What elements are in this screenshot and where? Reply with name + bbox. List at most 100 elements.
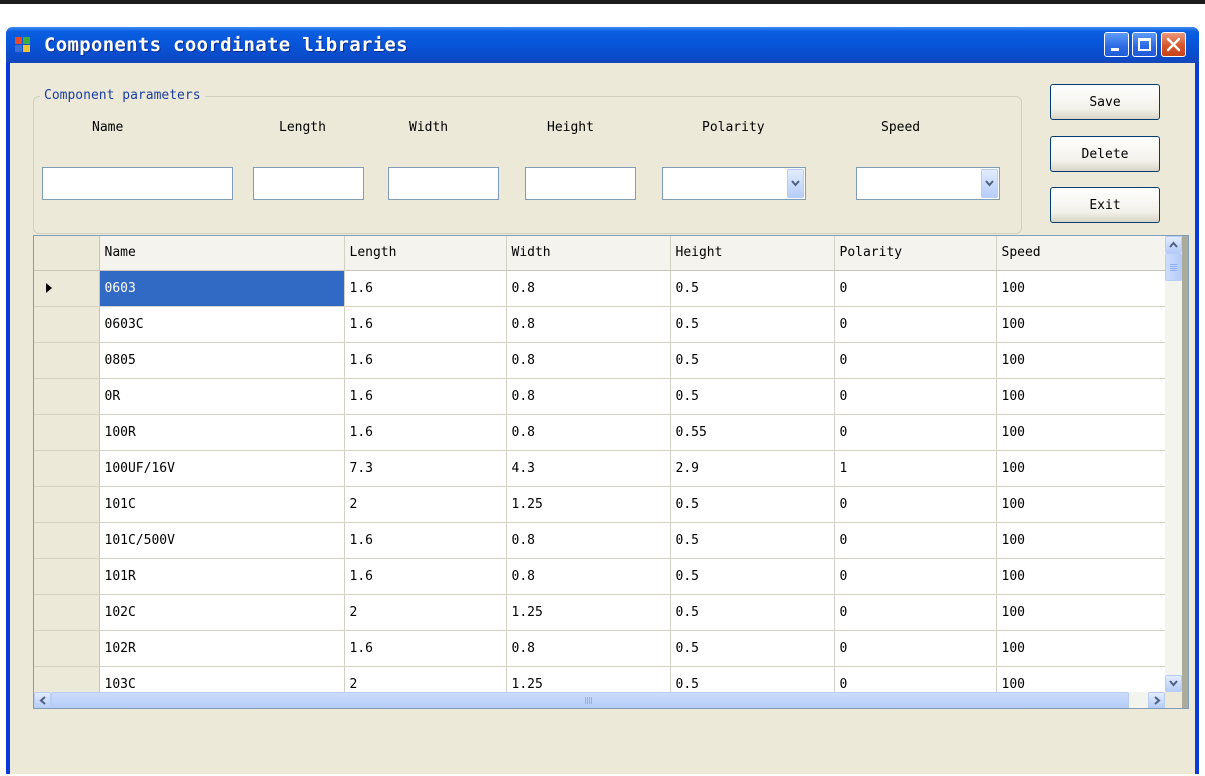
cell-name[interactable]: 0805 — [99, 342, 345, 379]
cell-speed[interactable]: 100 — [996, 342, 1166, 379]
cell-polarity[interactable]: 0 — [834, 486, 997, 523]
table-row[interactable]: 100R 1.6 0.8 0.55 0 100 — [34, 414, 1166, 451]
scroll-left-button[interactable] — [34, 692, 51, 708]
cell-length[interactable]: 1.6 — [344, 558, 507, 595]
cell-height[interactable]: 0.5 — [670, 630, 835, 667]
cell-speed[interactable]: 100 — [996, 558, 1166, 595]
cell-name[interactable]: 102R — [99, 630, 345, 667]
cell-height[interactable]: 0.5 — [670, 342, 835, 379]
row-header[interactable] — [34, 378, 100, 415]
cell-polarity[interactable]: 0 — [834, 342, 997, 379]
cell-name[interactable]: 101R — [99, 558, 345, 595]
vertical-scroll-thumb[interactable] — [1165, 253, 1182, 281]
row-header[interactable] — [34, 270, 100, 307]
cell-name[interactable]: 102C — [99, 594, 345, 631]
vertical-scrollbar[interactable] — [1165, 236, 1182, 692]
cell-height[interactable]: 2.9 — [670, 450, 835, 487]
row-header[interactable] — [34, 414, 100, 451]
cell-speed[interactable]: 100 — [996, 594, 1166, 631]
table-row[interactable]: 101C/500V 1.6 0.8 0.5 0 100 — [34, 522, 1166, 559]
cell-length[interactable]: 1.6 — [344, 630, 507, 667]
row-header[interactable] — [34, 558, 100, 595]
cell-width[interactable]: 0.8 — [506, 414, 671, 451]
width-input[interactable] — [388, 167, 499, 200]
cell-speed[interactable]: 100 — [996, 414, 1166, 451]
horizontal-scroll-thumb[interactable] — [51, 692, 1129, 708]
cell-speed[interactable]: 100 — [996, 306, 1166, 343]
scroll-up-button[interactable] — [1165, 236, 1182, 253]
column-header-speed[interactable]: Speed — [996, 236, 1166, 271]
column-header-name[interactable]: Name — [99, 236, 345, 271]
cell-speed[interactable]: 100 — [996, 522, 1166, 559]
column-header-polarity[interactable]: Polarity — [834, 236, 997, 271]
table-row[interactable]: 101R 1.6 0.8 0.5 0 100 — [34, 558, 1166, 595]
cell-height[interactable]: 0.5 — [670, 522, 835, 559]
cell-polarity[interactable]: 0 — [834, 306, 997, 343]
exit-button[interactable]: Exit — [1050, 187, 1160, 223]
table-row[interactable]: 102R 1.6 0.8 0.5 0 100 — [34, 630, 1166, 667]
row-header[interactable] — [34, 594, 100, 631]
row-header[interactable] — [34, 306, 100, 343]
cell-height[interactable]: 0.5 — [670, 270, 835, 307]
cell-width[interactable]: 1.25 — [506, 594, 671, 631]
cell-length[interactable]: 1.6 — [344, 522, 507, 559]
table-row[interactable]: 0603C 1.6 0.8 0.5 0 100 — [34, 306, 1166, 343]
table-row[interactable]: 101C 2 1.25 0.5 0 100 — [34, 486, 1166, 523]
column-header-width[interactable]: Width — [506, 236, 671, 271]
cell-speed[interactable]: 100 — [996, 450, 1166, 487]
polarity-select[interactable] — [662, 167, 806, 200]
table-row[interactable]: 102C 2 1.25 0.5 0 100 — [34, 594, 1166, 631]
table-row[interactable]: 0603 1.6 0.8 0.5 0 100 — [34, 270, 1166, 307]
table-row[interactable]: 0R 1.6 0.8 0.5 0 100 — [34, 378, 1166, 415]
cell-length[interactable]: 1.6 — [344, 270, 507, 307]
cell-name[interactable]: 0603 — [99, 270, 345, 307]
cell-height[interactable]: 0.5 — [670, 378, 835, 415]
height-input[interactable] — [525, 167, 636, 200]
minimize-button[interactable] — [1104, 32, 1129, 57]
cell-length[interactable]: 7.3 — [344, 450, 507, 487]
table-row[interactable]: 100UF/16V 7.3 4.3 2.9 1 100 — [34, 450, 1166, 487]
cell-polarity[interactable]: 0 — [834, 594, 997, 631]
length-input[interactable] — [253, 167, 364, 200]
cell-length[interactable]: 2 — [344, 594, 507, 631]
cell-name[interactable]: 100R — [99, 414, 345, 451]
cell-polarity[interactable]: 0 — [834, 414, 997, 451]
row-header[interactable] — [34, 450, 100, 487]
cell-name[interactable]: 0R — [99, 378, 345, 415]
cell-width[interactable]: 1.25 — [506, 486, 671, 523]
header-corner[interactable] — [34, 236, 100, 271]
cell-length[interactable]: 1.6 — [344, 378, 507, 415]
save-button[interactable]: Save — [1050, 84, 1160, 120]
cell-polarity[interactable]: 0 — [834, 378, 997, 415]
cell-height[interactable]: 0.55 — [670, 414, 835, 451]
cell-length[interactable]: 1.6 — [344, 306, 507, 343]
polarity-dropdown-button[interactable] — [787, 169, 804, 198]
cell-polarity[interactable]: 1 — [834, 450, 997, 487]
cell-width[interactable]: 0.8 — [506, 270, 671, 307]
cell-polarity[interactable]: 0 — [834, 270, 997, 307]
speed-select[interactable] — [856, 167, 1000, 200]
cell-height[interactable]: 0.5 — [670, 594, 835, 631]
cell-speed[interactable]: 100 — [996, 486, 1166, 523]
cell-length[interactable]: 2 — [344, 486, 507, 523]
cell-polarity[interactable]: 0 — [834, 558, 997, 595]
row-header[interactable] — [34, 486, 100, 523]
scroll-right-button[interactable] — [1148, 692, 1165, 708]
cell-height[interactable]: 0.5 — [670, 558, 835, 595]
delete-button[interactable]: Delete — [1050, 136, 1160, 172]
cell-name[interactable]: 100UF/16V — [99, 450, 345, 487]
cell-width[interactable]: 0.8 — [506, 630, 671, 667]
cell-width[interactable]: 0.8 — [506, 378, 671, 415]
row-header[interactable] — [34, 522, 100, 559]
cell-polarity[interactable]: 0 — [834, 630, 997, 667]
maximize-button[interactable] — [1132, 32, 1157, 57]
column-header-height[interactable]: Height — [670, 236, 835, 271]
cell-name[interactable]: 101C/500V — [99, 522, 345, 559]
row-header[interactable] — [34, 342, 100, 379]
name-input[interactable] — [42, 167, 233, 200]
cell-name[interactable]: 0603C — [99, 306, 345, 343]
close-button[interactable] — [1161, 32, 1186, 57]
speed-dropdown-button[interactable] — [981, 169, 998, 198]
cell-height[interactable]: 0.5 — [670, 306, 835, 343]
cell-length[interactable]: 1.6 — [344, 342, 507, 379]
